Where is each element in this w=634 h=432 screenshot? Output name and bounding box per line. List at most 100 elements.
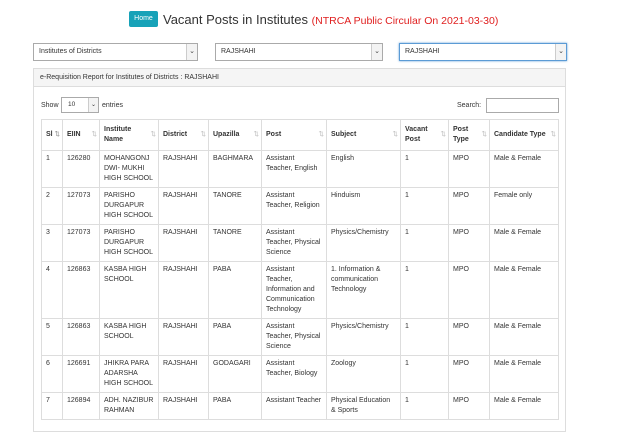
sort-icon: ⇅ xyxy=(481,131,487,138)
page-title: Vacant Posts in Institutes (NTRCA Public… xyxy=(163,11,498,30)
cell-subject: Physics/Chemistry xyxy=(326,318,401,356)
cell-eiin: 127073 xyxy=(62,187,100,225)
cell-post-type: MPO xyxy=(448,150,490,188)
cell-post: Assistant Teacher, English xyxy=(261,150,327,188)
cell-eiin: 126863 xyxy=(62,318,100,356)
cell-candidate-type: Male & Female xyxy=(489,355,559,393)
entries-value: 10 xyxy=(68,101,76,108)
cell-institute-name: KASBA HIGH SCHOOL xyxy=(99,318,159,356)
search-input[interactable] xyxy=(486,98,559,113)
title-text: Vacant Posts in Institutes xyxy=(163,12,308,27)
cell-subject: Physics/Chemistry xyxy=(326,224,401,262)
cell-sl: 5 xyxy=(41,318,63,356)
cell-upazilla: PABA xyxy=(208,261,262,319)
cell-eiin: 126894 xyxy=(62,392,100,420)
cell-post: Assistant Teacher, Biology xyxy=(261,355,327,393)
cell-vacant-post: 1 xyxy=(400,355,449,393)
col-header-upazilla[interactable]: Upazilla ⇅ xyxy=(208,119,262,151)
cell-district: RAJSHAHI xyxy=(158,224,209,262)
cell-sl: 3 xyxy=(41,224,63,262)
cell-post-type: MPO xyxy=(448,224,490,262)
chevron-down-icon: ⌄ xyxy=(186,44,197,60)
home-button[interactable]: Home xyxy=(129,11,158,27)
cell-vacant-post: 1 xyxy=(400,261,449,319)
cell-candidate-type: Female only xyxy=(489,187,559,225)
institute-type-select[interactable]: Institutes of Districts ⌄ xyxy=(33,43,198,61)
cell-upazilla: BAGHMARA xyxy=(208,150,262,188)
circular-subtitle: (NTRCA Public Circular On 2021-03-30) xyxy=(311,15,499,27)
cell-vacant-post: 1 xyxy=(400,318,449,356)
table-row: 1 126280 MOHANGONJ DWI- MUKHI HIGH SCHOOL R… xyxy=(41,150,559,188)
cell-sl: 4 xyxy=(41,261,63,319)
sort-icon: ⇅ xyxy=(440,131,446,138)
cell-subject: Zoology xyxy=(326,355,401,393)
col-header-vacant-post[interactable]: Vacant Post ⇅ xyxy=(400,119,449,151)
cell-district: RAJSHAHI xyxy=(158,187,209,225)
col-header-post[interactable]: Post ⇅ xyxy=(261,119,327,151)
col-header-post-type[interactable]: Post Type ⇅ xyxy=(448,119,490,151)
cell-post-type: MPO xyxy=(448,261,490,319)
cell-subject: 1. Information & communication Technolog… xyxy=(326,261,401,319)
table-header-row: Sl ⇅ EIIN ⇅ Institute Name ⇅ District ⇅ Upaz… xyxy=(41,119,559,151)
report-panel: e-Requisition Report for Institutes of D… xyxy=(33,68,566,432)
cell-eiin: 127073 xyxy=(62,224,100,262)
district-value: RAJSHAHI xyxy=(221,48,256,55)
cell-district: RAJSHAHI xyxy=(158,318,209,356)
cell-institute-name: PARISHO DURGAPUR HIGH SCHOOL xyxy=(99,187,159,225)
cell-post: Assistant Teacher, Physical Science xyxy=(261,318,327,356)
table-row: 5 126863 KASBA HIGH SCHOOL RAJSHAHI PABA Assi… xyxy=(41,318,559,356)
cell-institute-name: ADH. NAZIBUR RAHMAN xyxy=(99,392,159,420)
sort-icon: ⇅ xyxy=(318,131,324,138)
table-row: 4 126863 KASBA HIGH SCHOOL RAJSHAHI PABA Assi… xyxy=(41,261,559,319)
cell-district: RAJSHAHI xyxy=(158,261,209,319)
entries-length-select[interactable]: 10 ⌄ xyxy=(61,97,99,113)
col-header-institute-name[interactable]: Institute Name ⇅ xyxy=(99,119,159,151)
cell-post: Assistant Teacher xyxy=(261,392,327,420)
sort-icon: ⇅ xyxy=(91,131,97,138)
cell-subject: Physical Education & Sports xyxy=(326,392,401,420)
cell-vacant-post: 1 xyxy=(400,392,449,420)
cell-post-type: MPO xyxy=(448,392,490,420)
upazilla-select[interactable]: RAJSHAHI ⌄ xyxy=(399,43,567,61)
table-row: 3 127073 PARISHO DURGAPUR HIGH SCHOOL RAJSH… xyxy=(41,224,559,262)
cell-sl: 6 xyxy=(41,355,63,393)
col-header-subject[interactable]: Subject ⇅ xyxy=(326,119,401,151)
chevron-down-icon: ⌄ xyxy=(88,98,98,112)
chevron-down-icon: ⌄ xyxy=(555,44,566,60)
cell-post-type: MPO xyxy=(448,355,490,393)
cell-upazilla: TANORE xyxy=(208,187,262,225)
cell-institute-name: MOHANGONJ DWI- MUKHI HIGH SCHOOL xyxy=(99,150,159,188)
cell-district: RAJSHAHI xyxy=(158,150,209,188)
institute-type-value: Institutes of Districts xyxy=(39,48,102,55)
cell-institute-name: PARISHO DURGAPUR HIGH SCHOOL xyxy=(99,224,159,262)
cell-institute-name: KASBA HIGH SCHOOL xyxy=(99,261,159,319)
table-row: 2 127073 PARISHO DURGAPUR HIGH SCHOOL RAJSH… xyxy=(41,187,559,225)
search-label: Search: xyxy=(457,102,482,109)
sort-icon: ⇅ xyxy=(550,131,556,138)
cell-eiin: 126691 xyxy=(62,355,100,393)
cell-upazilla: GODAGARI xyxy=(208,355,262,393)
cell-post: Assistant Teacher, Information and Commu… xyxy=(261,261,327,319)
cell-sl: 7 xyxy=(41,392,63,420)
cell-subject: English xyxy=(326,150,401,188)
cell-post: Assistant Teacher, Religion xyxy=(261,187,327,225)
chevron-down-icon: ⌄ xyxy=(371,44,382,60)
cell-vacant-post: 1 xyxy=(400,224,449,262)
cell-sl: 1 xyxy=(41,150,63,188)
col-header-district[interactable]: District ⇅ xyxy=(158,119,209,151)
cell-post-type: MPO xyxy=(448,318,490,356)
table-row: 7 126894 ADH. NAZIBUR RAHMAN RAJSHAHI PABA As… xyxy=(41,392,559,420)
cell-candidate-type: Male & Female xyxy=(489,150,559,188)
col-header-candidate-type[interactable]: Candidate Type ⇅ xyxy=(489,119,559,151)
col-header-sl[interactable]: Sl ⇅ xyxy=(41,119,63,151)
district-select[interactable]: RAJSHAHI ⌄ xyxy=(215,43,383,61)
cell-vacant-post: 1 xyxy=(400,187,449,225)
cell-post-type: MPO xyxy=(448,187,490,225)
entries-label: entries xyxy=(102,102,124,109)
report-heading: e-Requisition Report for Institutes of D… xyxy=(34,69,565,87)
cell-candidate-type: Male & Female xyxy=(489,261,559,319)
upazilla-value: RAJSHAHI xyxy=(405,48,440,55)
sort-icon: ⇅ xyxy=(150,131,156,138)
cell-candidate-type: Male & Female xyxy=(489,392,559,420)
col-header-eiin[interactable]: EIIN ⇅ xyxy=(62,119,100,151)
